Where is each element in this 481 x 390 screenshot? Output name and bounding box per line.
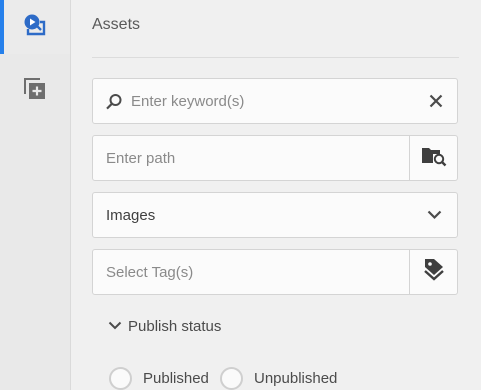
tag-picker-field[interactable]: Select Tag(s) — [92, 249, 458, 295]
tag-picker-placeholder: Select Tag(s) — [106, 264, 194, 281]
asset-type-value: Images — [106, 207, 156, 224]
keyword-search-field[interactable]: Enter keyword(s) — [92, 78, 458, 124]
radio-unpublished[interactable]: Unpublished — [220, 367, 337, 390]
tag-icon — [423, 258, 445, 287]
path-field[interactable]: Enter path — [92, 135, 458, 181]
folder-search-icon — [421, 145, 447, 172]
rail-item-components[interactable] — [0, 64, 70, 118]
title-divider — [92, 57, 459, 58]
search-icon — [105, 93, 123, 111]
path-browse-button[interactable] — [409, 136, 457, 180]
radio-circle[interactable] — [109, 367, 132, 390]
panel-title: Assets — [92, 16, 141, 33]
path-placeholder: Enter path — [106, 150, 176, 167]
close-icon[interactable] — [429, 94, 443, 108]
publish-status-toggle[interactable]: Publish status — [108, 317, 221, 335]
radio-published[interactable]: Published — [109, 367, 209, 390]
asset-type-select[interactable]: Images — [92, 192, 458, 238]
radio-published-label: Published — [143, 370, 209, 387]
side-rail — [0, 0, 71, 390]
radio-unpublished-label: Unpublished — [254, 370, 338, 387]
add-component-icon — [24, 77, 46, 105]
rail-item-assets[interactable] — [0, 0, 70, 54]
asset-finder-icon — [24, 14, 46, 41]
chevron-down-icon — [108, 317, 122, 335]
tag-picker-button[interactable] — [409, 250, 457, 294]
radio-circle[interactable] — [220, 367, 243, 390]
publish-status-label: Publish status — [128, 317, 222, 335]
keyword-search-placeholder: Enter keyword(s) — [131, 93, 245, 110]
chevron-down-icon — [427, 210, 442, 220]
